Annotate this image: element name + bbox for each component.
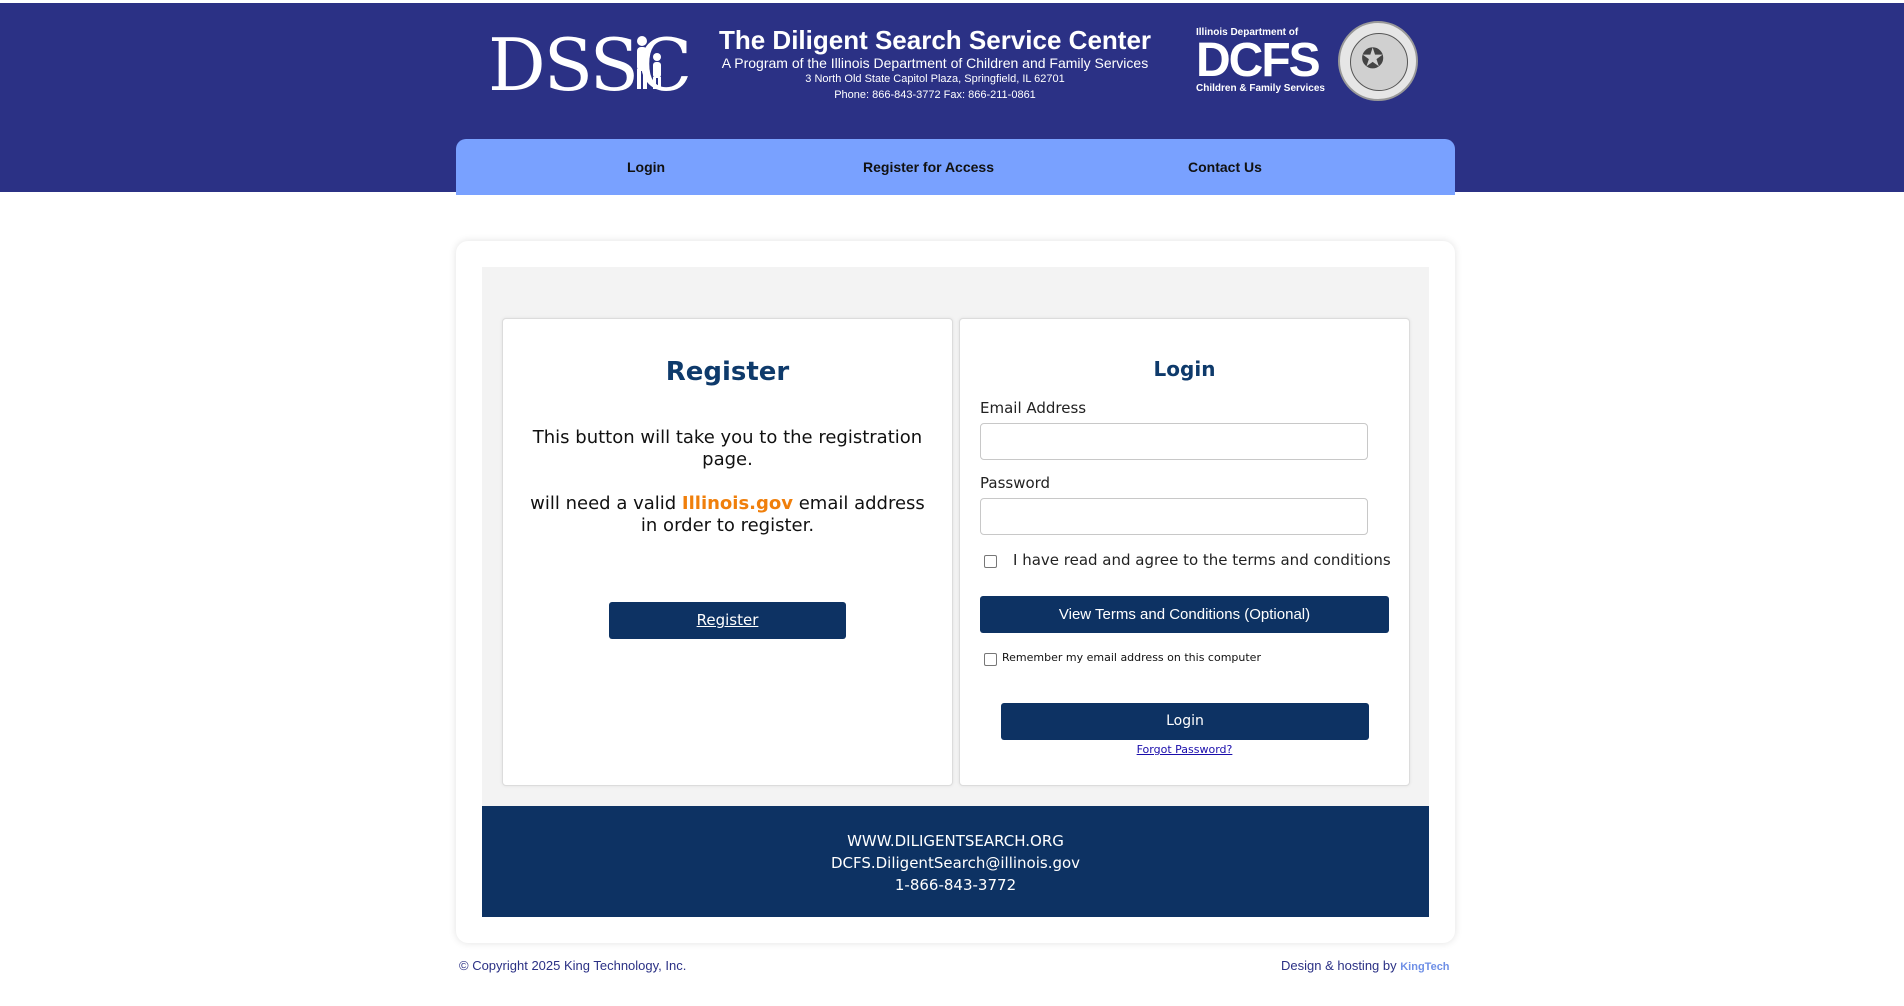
terms-label: I have read and agree to the terms and c… (1013, 551, 1391, 569)
eagle-icon: ✪ (1361, 42, 1385, 75)
site-title: The Diligent Search Service Center (718, 25, 1152, 55)
remember-email-checkbox[interactable] (984, 653, 997, 666)
nav-contact-us[interactable]: Contact Us (1188, 139, 1262, 195)
register-description: This button will take you to the registr… (523, 427, 932, 537)
site-address: 3 North Old State Capitol Plaza, Springf… (805, 73, 1065, 85)
forgot-password-link[interactable]: Forgot Password? (960, 743, 1409, 756)
site-phone-fax: Phone: 866-843-3772 Fax: 866-211-0861 (834, 89, 1036, 101)
design-credit-prefix: Design & hosting by (1281, 958, 1401, 973)
register-button[interactable]: Register (609, 602, 846, 639)
main-nav: Login Register for Access Contact Us (456, 139, 1455, 195)
site-subtitle: A Program of the Illinois Department of … (721, 55, 1149, 71)
remember-email-label: Remember my email address on this comput… (1002, 651, 1261, 664)
login-panel: Login Email Address Password I have read… (959, 318, 1410, 786)
panels-container: Register This button will take you to th… (482, 267, 1429, 806)
dcfs-logo: Illinois Department of DCFS Children & F… (1196, 27, 1336, 95)
register-title: Register (665, 357, 790, 387)
nav-login[interactable]: Login (627, 139, 665, 195)
register-text-line-1: This button will take you to the registr… (532, 427, 923, 470)
kingtech-link[interactable]: KingTech (1400, 961, 1449, 973)
contact-bar: WWW.DILIGENTSEARCH.ORG DCFS.DiligentSear… (482, 806, 1429, 917)
center-title-block: The Diligent Search Service Center A Pro… (690, 25, 1180, 103)
login-title: Login (1153, 357, 1216, 381)
email-field[interactable] (980, 423, 1368, 460)
login-button[interactable]: Login (1001, 703, 1369, 740)
main-card: Register This button will take you to th… (456, 241, 1455, 943)
site-header: DSSC The Diligent Search Service Center … (0, 3, 1904, 195)
view-terms-button[interactable]: View Terms and Conditions (Optional) (980, 596, 1389, 633)
email-label: Email Address (980, 399, 1087, 417)
brand-bar: DSSC The Diligent Search Service Center … (0, 3, 1904, 139)
terms-checkbox[interactable] (984, 555, 997, 568)
register-panel: Register This button will take you to th… (502, 318, 953, 786)
dcfs-logo-main: DCFS (1196, 34, 1321, 87)
nav-register-for-access[interactable]: Register for Access (863, 139, 994, 195)
contact-website: WWW.DILIGENTSEARCH.ORG (847, 832, 1064, 850)
register-text-spacer (523, 471, 932, 493)
dcfs-logo-sub: Children & Family Services (1196, 83, 1325, 94)
family-silhouette-icon (637, 36, 661, 89)
register-text-line-2: will need a valid Illinois.gov email add… (523, 493, 932, 537)
contact-spacer (482, 806, 1429, 830)
design-credit: Design & hosting by KingTech (1281, 958, 1450, 973)
contact-email: DCFS.DiligentSearch@illinois.gov (830, 854, 1081, 872)
password-field[interactable] (980, 498, 1368, 535)
state-seal-icon: ✪ (1338, 21, 1418, 101)
copyright-text: © Copyright 2025 King Technology, Inc. (459, 958, 687, 973)
password-label: Password (980, 474, 1051, 492)
register-text-prefix: will need a valid (530, 493, 682, 514)
illinois-gov-highlight: Illinois.gov (681, 493, 793, 514)
contact-phone: 1-866-843-3772 (894, 876, 1017, 894)
